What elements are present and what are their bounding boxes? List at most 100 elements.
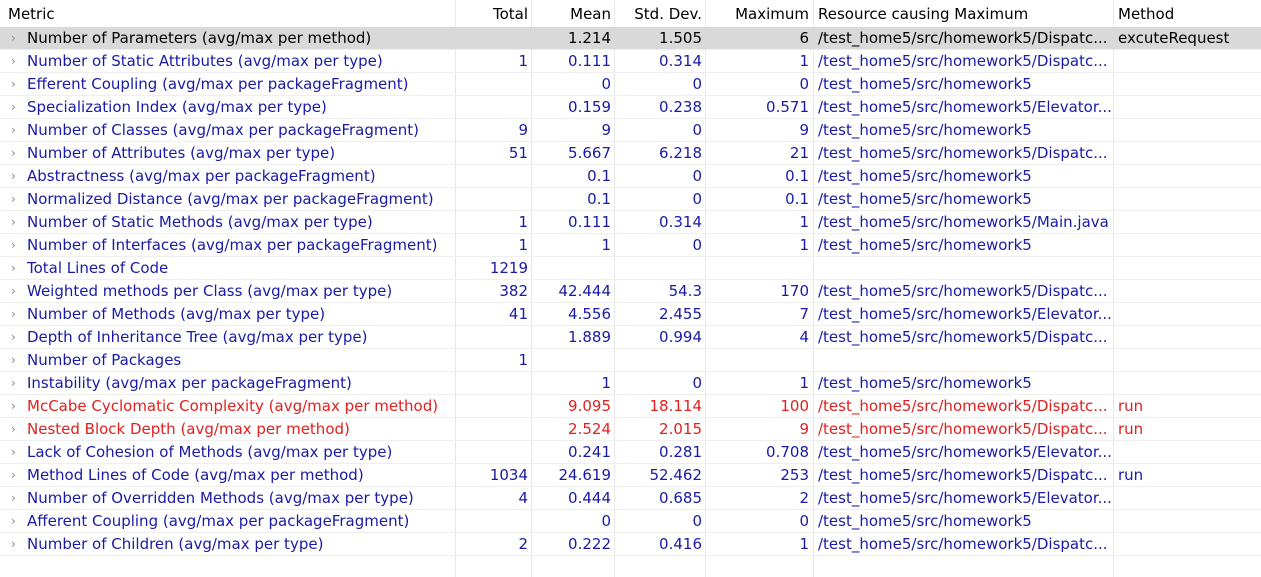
chevron-right-icon[interactable]: › xyxy=(11,50,23,73)
cell-resource: /test_home5/src/homework5 xyxy=(818,75,1032,93)
cell-method xyxy=(1113,73,1261,96)
table-row[interactable]: › Specialization Index (avg/max per type)… xyxy=(0,96,1261,119)
table-row[interactable]: › Number of Static Methods (avg/max per t… xyxy=(0,211,1261,234)
cell-metric: › McCabe Cyclomatic Complexity (avg/max p… xyxy=(0,395,455,418)
cell-mean xyxy=(531,349,614,372)
table-row[interactable]: › Number of Overridden Methods (avg/max p… xyxy=(0,487,1261,510)
cell-method xyxy=(1113,441,1261,464)
cell-total: 382 xyxy=(499,282,528,300)
column-header-std-dev[interactable]: Std. Dev. xyxy=(614,3,705,26)
cell-method xyxy=(1113,211,1261,234)
chevron-right-icon[interactable]: › xyxy=(11,372,23,395)
cell-std-dev xyxy=(614,349,705,372)
table-row[interactable]: › Number of Packages 1 xyxy=(0,349,1261,372)
chevron-right-icon[interactable]: › xyxy=(11,510,23,533)
column-header-method[interactable]: Method xyxy=(1113,3,1261,26)
chevron-right-icon[interactable]: › xyxy=(11,441,23,464)
chevron-right-icon[interactable]: › xyxy=(11,349,23,372)
metric-name: Lack of Cohesion of Methods (avg/max per… xyxy=(27,443,393,461)
cell-method xyxy=(1113,280,1261,303)
chevron-right-icon[interactable]: › xyxy=(11,487,23,510)
chevron-right-icon[interactable]: › xyxy=(11,533,23,556)
cell-mean: 0.1 xyxy=(587,190,611,208)
chevron-right-icon[interactable]: › xyxy=(11,280,23,303)
chevron-right-icon[interactable]: › xyxy=(11,73,23,96)
cell-mean: 1.889 xyxy=(568,328,611,346)
cell-metric: › Number of Packages xyxy=(0,349,455,372)
table-row[interactable]: › Number of Static Attributes (avg/max pe… xyxy=(0,50,1261,73)
table-row[interactable]: › Afferent Coupling (avg/max per packageF… xyxy=(0,510,1261,533)
table-row[interactable]: › Method Lines of Code (avg/max per metho… xyxy=(0,464,1261,487)
cell-metric: › Number of Static Attributes (avg/max pe… xyxy=(0,50,455,73)
cell-std-dev: 2.455 xyxy=(659,305,702,323)
metric-name: Number of Children (avg/max per type) xyxy=(27,535,324,553)
table-row[interactable]: › Normalized Distance (avg/max per packag… xyxy=(0,188,1261,211)
column-header-metric[interactable]: Metric xyxy=(0,3,455,26)
table-row[interactable]: › Efferent Coupling (avg/max per packageF… xyxy=(0,73,1261,96)
column-header-mean[interactable]: Mean xyxy=(531,3,614,26)
table-row[interactable]: › Number of Interfaces (avg/max per packa… xyxy=(0,234,1261,257)
chevron-right-icon[interactable]: › xyxy=(11,326,23,349)
table-row[interactable]: › Number of Attributes (avg/max per type)… xyxy=(0,142,1261,165)
chevron-right-icon[interactable]: › xyxy=(11,142,23,165)
table-row[interactable]: › Instability (avg/max per packageFragmen… xyxy=(0,372,1261,395)
cell-metric: › Number of Static Methods (avg/max per t… xyxy=(0,211,455,234)
cell-metric: › Number of Methods (avg/max per type) xyxy=(0,303,455,326)
cell-metric: › Instability (avg/max per packageFragmen… xyxy=(0,372,455,395)
column-header-total[interactable]: Total xyxy=(455,3,531,26)
cell-std-dev: 0.314 xyxy=(659,52,702,70)
cell-mean: 42.444 xyxy=(558,282,612,300)
cell-std-dev: 0 xyxy=(692,236,702,254)
cell-method: run xyxy=(1118,420,1144,438)
table-row[interactable]: › Number of Methods (avg/max per type) 41 4… xyxy=(0,303,1261,326)
column-header-maximum[interactable]: Maximum xyxy=(705,3,813,26)
cell-method xyxy=(1113,303,1261,326)
cell-resource: /test_home5/src/homework5 xyxy=(818,236,1032,254)
cell-maximum xyxy=(705,349,813,372)
table-row[interactable]: › Total Lines of Code 1219 xyxy=(0,257,1261,280)
chevron-right-icon[interactable]: › xyxy=(11,27,23,50)
cell-metric: › Abstractness (avg/max per packageFragme… xyxy=(0,165,455,188)
cell-mean: 0 xyxy=(601,75,611,93)
chevron-right-icon[interactable]: › xyxy=(11,96,23,119)
cell-total: 1 xyxy=(518,351,528,369)
table-row[interactable]: › Number of Parameters (avg/max per metho… xyxy=(0,27,1261,50)
table-row[interactable]: › Lack of Cohesion of Methods (avg/max pe… xyxy=(0,441,1261,464)
cell-method xyxy=(1113,257,1261,280)
cell-resource: /test_home5/src/homework5/Dispatc... xyxy=(818,29,1108,47)
cell-maximum xyxy=(705,257,813,280)
metric-name: Specialization Index (avg/max per type) xyxy=(27,98,327,116)
table-row[interactable]: › Depth of Inheritance Tree (avg/max per … xyxy=(0,326,1261,349)
cell-metric: › Number of Parameters (avg/max per metho… xyxy=(0,27,455,50)
chevron-right-icon[interactable]: › xyxy=(11,165,23,188)
table-row[interactable]: › Abstractness (avg/max per packageFragme… xyxy=(0,165,1261,188)
cell-maximum: 0.1 xyxy=(785,190,809,208)
cell-total: 1219 xyxy=(489,259,528,277)
table-row[interactable]: › Number of Classes (avg/max per packageF… xyxy=(0,119,1261,142)
chevron-right-icon[interactable]: › xyxy=(11,303,23,326)
chevron-right-icon[interactable]: › xyxy=(11,234,23,257)
table-row[interactable]: › Number of Children (avg/max per type) 2 0… xyxy=(0,533,1261,556)
metric-name: Nested Block Depth (avg/max per method) xyxy=(27,420,350,438)
cell-resource: /test_home5/src/homework5/Dispatc... xyxy=(818,282,1108,300)
cell-std-dev: 0 xyxy=(692,121,702,139)
chevron-right-icon[interactable]: › xyxy=(11,211,23,234)
table-row[interactable]: › Nested Block Depth (avg/max per method)… xyxy=(0,418,1261,441)
cell-total: 4 xyxy=(518,489,528,507)
cell-std-dev: 0 xyxy=(692,167,702,185)
chevron-right-icon[interactable]: › xyxy=(11,395,23,418)
chevron-right-icon[interactable]: › xyxy=(11,188,23,211)
chevron-right-icon[interactable]: › xyxy=(11,257,23,280)
chevron-right-icon[interactable]: › xyxy=(11,464,23,487)
cell-method xyxy=(1113,510,1261,533)
metric-name: Abstractness (avg/max per packageFragmen… xyxy=(27,167,376,185)
cell-resource: /test_home5/src/homework5/Elevator... xyxy=(818,443,1112,461)
metric-name: Afferent Coupling (avg/max per packageFr… xyxy=(27,512,410,530)
cell-method xyxy=(1113,487,1261,510)
cell-mean: 0.444 xyxy=(568,489,611,507)
table-row[interactable]: › Weighted methods per Class (avg/max per… xyxy=(0,280,1261,303)
table-row[interactable]: › McCabe Cyclomatic Complexity (avg/max p… xyxy=(0,395,1261,418)
column-header-resource[interactable]: Resource causing Maximum xyxy=(813,3,1113,26)
chevron-right-icon[interactable]: › xyxy=(11,418,23,441)
chevron-right-icon[interactable]: › xyxy=(11,119,23,142)
